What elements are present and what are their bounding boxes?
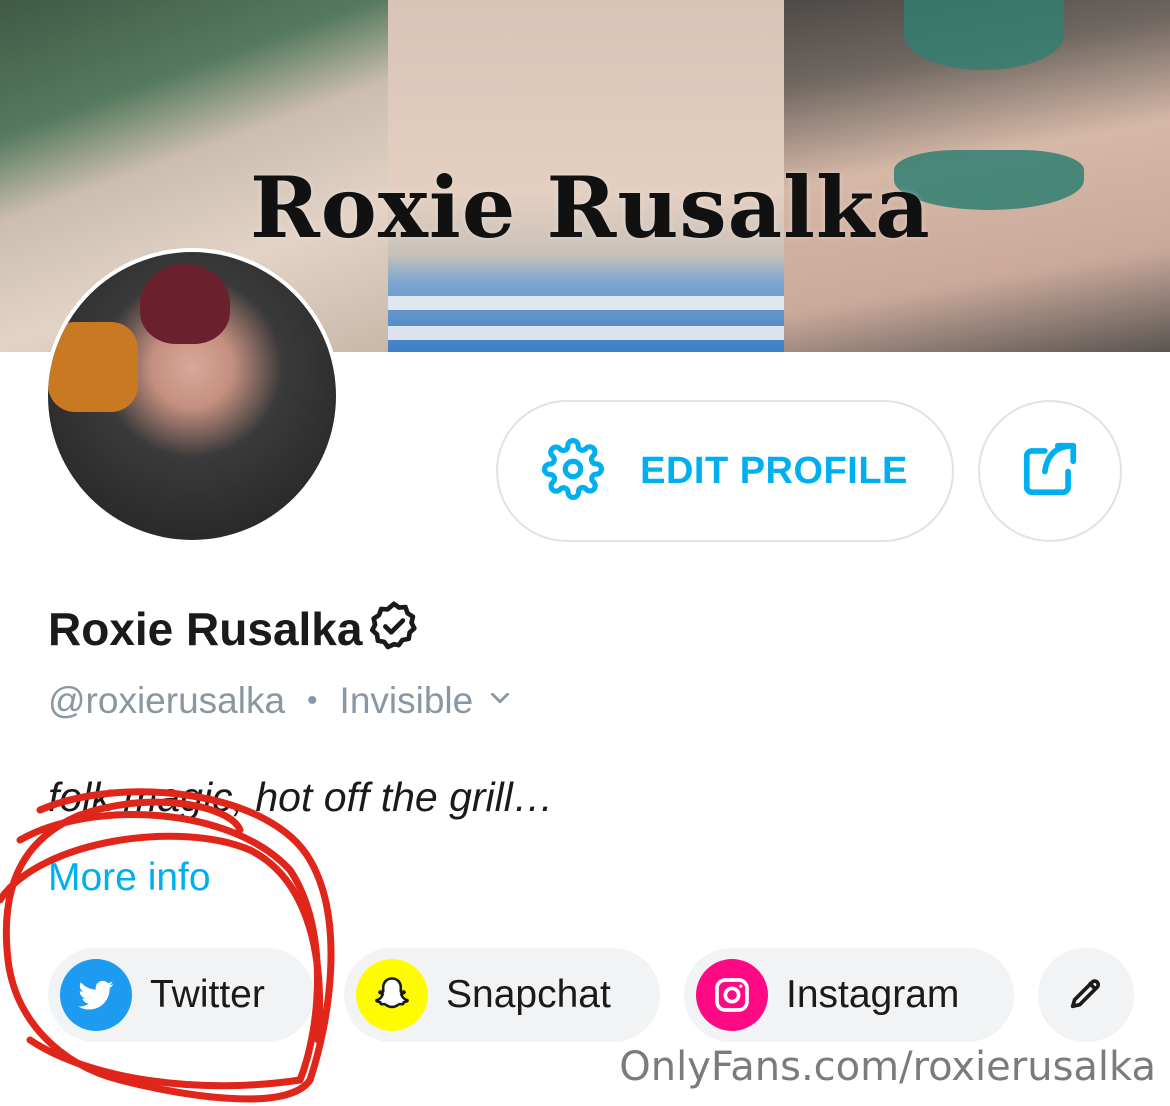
- instagram-label: Instagram: [786, 973, 960, 1016]
- twitter-label: Twitter: [150, 973, 265, 1016]
- social-twitter-chip[interactable]: Twitter: [48, 948, 314, 1042]
- snapchat-label: Snapchat: [446, 973, 611, 1016]
- banner-title: Roxie Rusalka: [250, 158, 931, 257]
- share-icon: [1019, 438, 1081, 505]
- social-instagram-chip[interactable]: Instagram: [684, 948, 1014, 1042]
- display-name: Roxie Rusalka: [48, 602, 363, 655]
- edit-profile-label: EDIT PROFILE: [640, 449, 908, 492]
- verified-badge-icon: [366, 598, 422, 659]
- avatar[interactable]: [44, 248, 340, 544]
- edit-profile-button[interactable]: EDIT PROFILE: [496, 400, 954, 542]
- status-dropdown[interactable]: Invisible: [340, 680, 516, 722]
- instagram-icon: [696, 959, 768, 1031]
- chevron-down-icon: [485, 680, 515, 722]
- share-button[interactable]: [978, 400, 1122, 542]
- twitter-icon: [60, 959, 132, 1031]
- watermark: OnlyFans.com/roxierusalka: [619, 1044, 1156, 1090]
- bio-text: folk magic, hot off the grill…: [48, 774, 554, 820]
- separator-dot: •: [307, 684, 318, 717]
- gear-icon: [542, 437, 605, 505]
- status-label: Invisible: [339, 680, 474, 721]
- avatar-photo: [48, 252, 336, 540]
- annotation-circle: [0, 788, 335, 1103]
- social-snapchat-chip[interactable]: Snapchat: [344, 948, 660, 1042]
- edit-socials-button[interactable]: [1038, 948, 1134, 1042]
- pencil-icon: [1066, 973, 1106, 1018]
- snapchat-icon: [356, 959, 428, 1031]
- more-info-link[interactable]: More info: [48, 856, 211, 900]
- handle-row: @roxierusalka • Invisible: [48, 680, 515, 722]
- name-row: Roxie Rusalka: [48, 598, 422, 659]
- username: @roxierusalka: [48, 680, 286, 721]
